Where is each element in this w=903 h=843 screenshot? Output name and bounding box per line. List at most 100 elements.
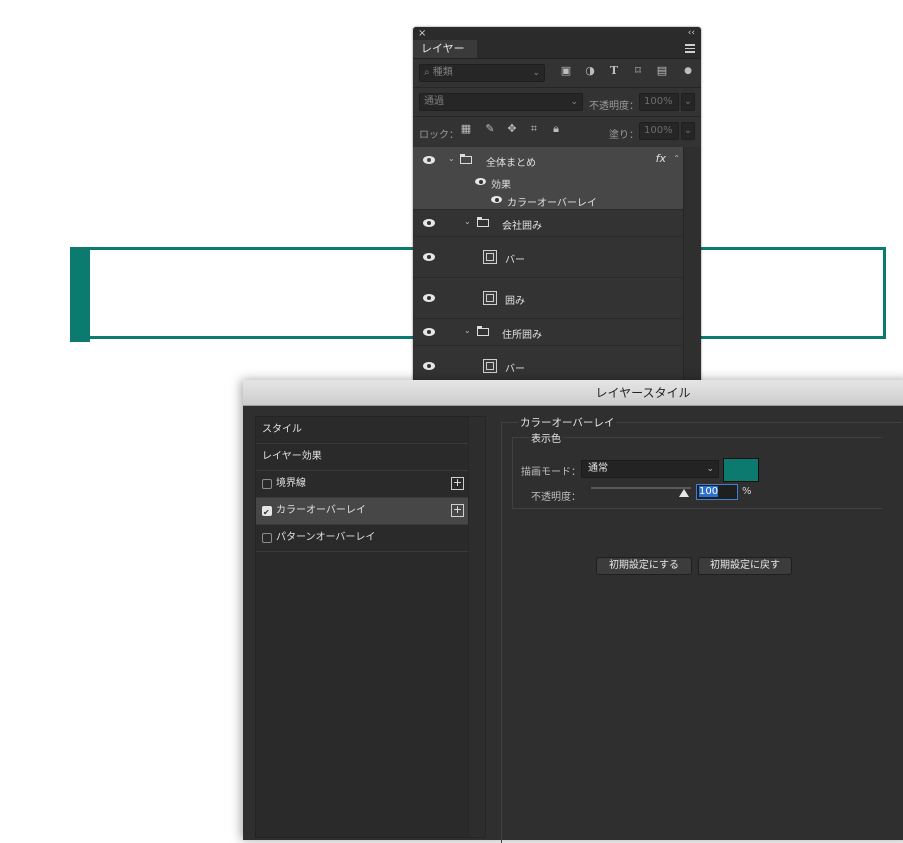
folder-icon xyxy=(460,154,472,164)
opacity-value: 100 xyxy=(699,486,719,497)
style-list-scrollbar[interactable] xyxy=(468,416,486,838)
blend-row: 通過 ⌄ 不透明度： 100% ⌄ xyxy=(413,88,701,116)
close-icon[interactable]: × xyxy=(418,27,426,40)
lock-position-icon[interactable]: ✥ xyxy=(505,122,519,136)
chevron-down-icon: ⌄ xyxy=(532,68,540,78)
style-list: スタイル レイヤー効果 境界線 + カラーオーバーレイ + パターンオーバーレイ xyxy=(255,416,469,838)
adjustment-filter-icon[interactable]: ◑ xyxy=(583,64,597,78)
opacity-dropdown-icon[interactable]: ⌄ xyxy=(681,93,695,111)
opacity-label: 不透明度： xyxy=(589,101,639,112)
style-list-item-color-overlay[interactable]: カラーオーバーレイ + xyxy=(256,498,468,526)
filter-kind-label: 種類 xyxy=(432,67,453,78)
color-subgroup: 表示色 描画モード： 通常 ⌄ 不透明度： 100 % xyxy=(512,430,883,509)
effects-label: 効果 xyxy=(491,180,511,191)
blend-mode-select[interactable]: 通常 ⌄ xyxy=(581,460,719,478)
layer-row-group[interactable]: ⌄ 会社囲み xyxy=(413,210,684,237)
style-list-item-effects[interactable]: レイヤー効果 xyxy=(256,444,468,471)
reset-default-button[interactable]: 初期設定に戻す xyxy=(698,557,792,575)
smartobject-filter-icon[interactable]: ▤ xyxy=(655,64,669,78)
disclosure-icon[interactable]: ⌄ xyxy=(464,217,471,226)
folder-icon xyxy=(477,326,489,336)
add-effect-icon[interactable]: + xyxy=(451,477,464,490)
opacity-unit: % xyxy=(742,486,752,497)
stroke-checkbox[interactable] xyxy=(262,479,272,489)
shape-filter-icon[interactable]: ⌑ xyxy=(631,64,645,78)
disclosure-icon[interactable]: ⌄ xyxy=(464,326,471,335)
opacity-input[interactable]: 100 xyxy=(696,484,738,500)
dialog-title: レイヤースタイル xyxy=(243,380,903,406)
filter-row: ⌕ 種類 ⌄ ▣ ◑ T ⌑ ▤ ● xyxy=(413,59,701,87)
layer-row-group[interactable]: ⌄ 住所囲み xyxy=(413,319,684,346)
layers-panel: × ‹‹ レイヤー ⌕ 種類 ⌄ ▣ ◑ T ⌑ ▤ ● 通過 ⌄ 不透明度： … xyxy=(413,27,701,387)
blend-mode-select[interactable]: 通過 ⌄ xyxy=(419,93,583,111)
layer-name: バー xyxy=(505,255,525,266)
visibility-eye-icon[interactable] xyxy=(423,328,437,336)
fill-input[interactable]: 100% xyxy=(639,122,679,140)
blend-mode-value: 通過 xyxy=(424,96,444,107)
color-overlay-checkbox[interactable] xyxy=(262,500,272,526)
style-list-item-pattern-overlay[interactable]: パターンオーバーレイ xyxy=(256,525,468,552)
layer-name: 会社囲み xyxy=(502,221,542,232)
style-list-item-styles[interactable]: スタイル xyxy=(256,417,468,444)
fx-icon[interactable]: fx xyxy=(656,152,666,165)
layer-row-shape[interactable]: バー xyxy=(413,237,684,278)
layer-name: 全体まとめ xyxy=(486,158,536,169)
opacity-slider-track[interactable] xyxy=(591,487,691,489)
shape-thumbnail-icon xyxy=(483,291,497,305)
panel-menu-icon[interactable] xyxy=(685,44,695,53)
fill-dropdown-icon[interactable]: ⌄ xyxy=(681,122,695,140)
canvas-accent-bar xyxy=(70,247,90,342)
visibility-eye-icon[interactable] xyxy=(423,294,437,302)
layer-name: バー xyxy=(505,364,525,375)
lock-all-icon[interactable]: 🔒︎ xyxy=(549,122,563,136)
search-icon: ⌕ xyxy=(424,67,430,78)
tab-layers[interactable]: レイヤー xyxy=(413,40,477,58)
opacity-input[interactable]: 100% xyxy=(639,93,679,111)
lock-paint-icon[interactable]: ✎ xyxy=(483,122,497,136)
layer-row-group[interactable]: ⌄ 全体まとめ fx ⌃ 効果 カラーオーバーレイ xyxy=(413,147,684,210)
group-title: カラーオーバーレイ xyxy=(518,415,617,430)
item-label: パターンオーバーレイ xyxy=(276,532,376,543)
lock-artboard-icon[interactable]: ⌗ xyxy=(527,122,541,136)
panel-topbar: × ‹‹ xyxy=(413,27,701,40)
filter-kind-select[interactable]: ⌕ 種類 ⌄ xyxy=(419,64,545,82)
item-label: スタイル xyxy=(262,424,302,435)
make-default-button[interactable]: 初期設定にする xyxy=(596,557,692,575)
item-label: カラーオーバーレイ xyxy=(276,505,366,516)
opacity-slider-thumb[interactable] xyxy=(679,489,689,497)
filter-toggle-icon[interactable]: ● xyxy=(681,64,695,78)
layer-name: 囲み xyxy=(505,296,525,307)
folder-icon xyxy=(477,217,489,227)
add-effect-icon[interactable]: + xyxy=(451,504,464,517)
collapse-icon[interactable]: ‹‹ xyxy=(688,27,695,40)
shape-thumbnail-icon xyxy=(483,359,497,373)
effect-eye-icon[interactable] xyxy=(491,196,502,203)
effects-eye-icon[interactable] xyxy=(475,178,486,185)
fill-label: 塗り： xyxy=(609,130,639,141)
chevron-up-icon[interactable]: ⌃ xyxy=(673,154,680,163)
item-label: レイヤー効果 xyxy=(262,451,322,462)
visibility-eye-icon[interactable] xyxy=(423,362,437,370)
lock-row: ロック： ▦ ✎ ✥ ⌗ 🔒︎ 塗り： 100% ⌄ xyxy=(413,117,701,145)
layer-list-scrollbar[interactable] xyxy=(683,147,701,387)
layer-name: 住所囲み xyxy=(502,330,542,341)
visibility-eye-icon[interactable] xyxy=(423,156,437,164)
lock-transparency-icon[interactable]: ▦ xyxy=(459,122,473,136)
visibility-eye-icon[interactable] xyxy=(423,219,437,227)
shape-thumbnail-icon xyxy=(483,250,497,264)
subgroup-title: 表示色 xyxy=(529,430,563,445)
type-filter-icon[interactable]: T xyxy=(607,64,621,78)
item-label: 境界線 xyxy=(276,478,306,489)
opacity-label: 不透明度： xyxy=(531,492,581,503)
visibility-eye-icon[interactable] xyxy=(423,253,437,261)
color-overlay-group: カラーオーバーレイ 表示色 描画モード： 通常 ⌄ 不透明度： 100 % 初期… xyxy=(501,415,902,843)
layer-row-shape[interactable]: 囲み xyxy=(413,278,684,319)
image-filter-icon[interactable]: ▣ xyxy=(559,64,573,78)
pattern-overlay-checkbox[interactable] xyxy=(262,533,272,543)
overlay-color-swatch[interactable] xyxy=(723,458,759,482)
disclosure-icon[interactable]: ⌄ xyxy=(448,154,455,163)
blend-mode-value: 通常 xyxy=(588,463,608,474)
panel-tabbar: レイヤー xyxy=(413,40,701,59)
style-list-item-stroke[interactable]: 境界線 + xyxy=(256,471,468,498)
lock-label: ロック： xyxy=(419,130,459,141)
